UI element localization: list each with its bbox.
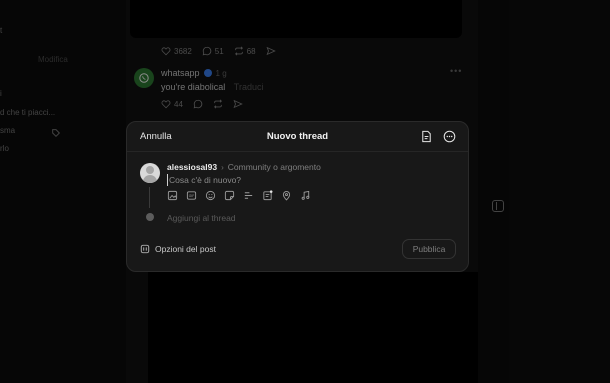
user-avatar — [140, 163, 160, 183]
poll-icon[interactable] — [243, 190, 254, 201]
sticker-icon[interactable] — [224, 190, 235, 201]
topic-selector[interactable]: Community o argomento — [228, 162, 321, 172]
document-icon[interactable] — [262, 190, 273, 201]
chevron-right-icon: › — [221, 162, 224, 172]
thread-connector — [149, 187, 150, 208]
options-icon — [140, 244, 150, 254]
author-row: alessiosal93 › Community o argomento — [167, 162, 321, 172]
location-icon[interactable] — [281, 190, 292, 201]
post-options-label: Opzioni del post — [155, 244, 216, 254]
small-avatar — [146, 213, 154, 221]
author-username: alessiosal93 — [167, 162, 218, 172]
cancel-button[interactable]: Annulla — [140, 131, 172, 142]
feed-media-area — [148, 272, 478, 383]
emoji-icon[interactable] — [205, 190, 216, 201]
new-thread-dialog: Annulla Nuovo thread alessiosal93 › Comm… — [126, 121, 469, 272]
svg-text:GIF: GIF — [189, 194, 195, 198]
thread-text-input[interactable] — [167, 174, 447, 186]
music-icon[interactable] — [300, 190, 311, 201]
add-to-thread-button[interactable]: Aggiungi al thread — [167, 213, 236, 223]
drafts-icon[interactable] — [419, 129, 433, 143]
gif-icon[interactable]: GIF — [186, 190, 197, 201]
image-icon[interactable] — [167, 190, 178, 201]
attachment-toolbar: GIF — [167, 190, 311, 201]
dialog-header: Annulla Nuovo thread — [127, 122, 468, 152]
publish-button[interactable]: Pubblica — [402, 239, 456, 259]
dialog-title: Nuovo thread — [266, 131, 329, 142]
post-options-button[interactable]: Opzioni del post — [140, 244, 216, 254]
more-options-icon[interactable] — [442, 129, 456, 143]
